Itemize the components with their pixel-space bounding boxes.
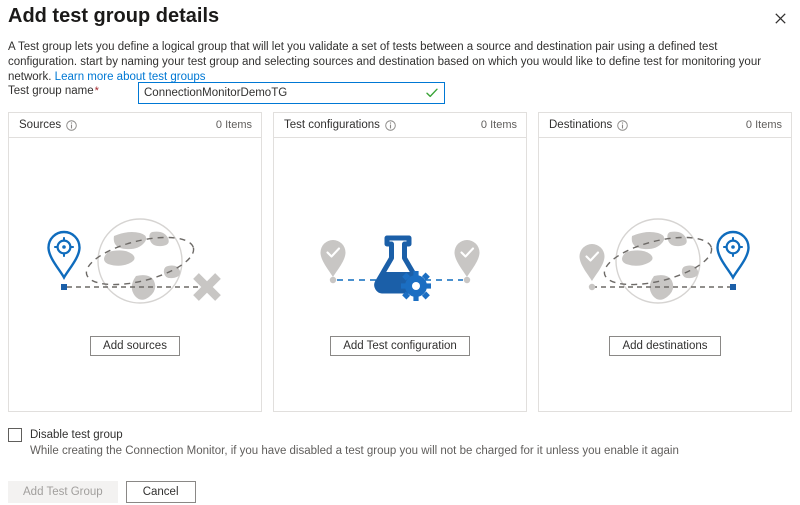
sources-card-header: Sources 0 Items xyxy=(9,113,261,138)
destination-pin-globe-illustration xyxy=(570,214,760,312)
info-icon[interactable] xyxy=(66,120,77,131)
disable-test-group-label[interactable]: Disable test group xyxy=(30,429,123,441)
add-test-configuration-button[interactable]: Add Test configuration xyxy=(330,336,470,356)
add-test-group-button[interactable]: Add Test Group xyxy=(8,481,118,503)
dialog-footer: Add Test Group Cancel xyxy=(8,481,196,503)
required-asterisk: * xyxy=(95,85,99,97)
source-pin-globe-illustration xyxy=(40,214,230,312)
test-group-name-label: Test group name* xyxy=(8,85,99,97)
test-group-name-input-wrapper[interactable] xyxy=(138,82,445,104)
destinations-item-count: 0 Items xyxy=(746,119,782,131)
description-text: A Test group lets you define a logical g… xyxy=(8,40,788,85)
info-icon[interactable] xyxy=(617,120,628,131)
disable-test-group-help-text: While creating the Connection Monitor, i… xyxy=(30,445,708,457)
cancel-button[interactable]: Cancel xyxy=(126,481,196,503)
test-configurations-card: Test configurations 0 Items xyxy=(273,112,527,412)
test-configurations-card-header: Test configurations 0 Items xyxy=(274,113,526,138)
flask-gear-illustration xyxy=(305,214,495,312)
test-configurations-card-action: Add Test configuration xyxy=(274,336,526,356)
destinations-card: Destinations 0 Items xyxy=(538,112,792,412)
more-options-ellipsis[interactable]: ··· xyxy=(182,12,198,22)
test-group-cards: Sources 0 Items xyxy=(8,112,792,412)
sources-card: Sources 0 Items xyxy=(8,112,262,412)
destinations-card-action: Add destinations xyxy=(539,336,791,356)
sources-card-action: Add sources xyxy=(9,336,261,356)
sources-card-body: Add sources xyxy=(9,138,261,411)
dialog-header: Add test group details ··· xyxy=(0,0,800,36)
disable-test-group-row[interactable]: Disable test group xyxy=(8,428,708,442)
add-destinations-button[interactable]: Add destinations xyxy=(609,336,720,356)
destinations-card-header: Destinations 0 Items xyxy=(539,113,791,138)
close-icon[interactable] xyxy=(768,6,792,30)
test-group-name-row: Test group name* xyxy=(8,82,792,104)
disable-test-group-block: Disable test group While creating the Co… xyxy=(8,428,708,457)
test-configurations-item-count: 0 Items xyxy=(481,119,517,131)
info-icon[interactable] xyxy=(385,120,396,131)
destinations-card-body: Add destinations xyxy=(539,138,791,411)
sources-card-title: Sources xyxy=(19,119,61,131)
test-group-name-input[interactable] xyxy=(139,83,423,103)
test-configurations-card-title: Test configurations xyxy=(284,119,380,131)
test-configurations-card-body: Add Test configuration xyxy=(274,138,526,411)
sources-item-count: 0 Items xyxy=(216,119,252,131)
green-check-icon xyxy=(423,88,441,98)
test-group-name-label-text: Test group name xyxy=(8,85,94,97)
disable-test-group-checkbox[interactable] xyxy=(8,428,22,442)
add-sources-button[interactable]: Add sources xyxy=(90,336,180,356)
destinations-card-title: Destinations xyxy=(549,119,612,131)
